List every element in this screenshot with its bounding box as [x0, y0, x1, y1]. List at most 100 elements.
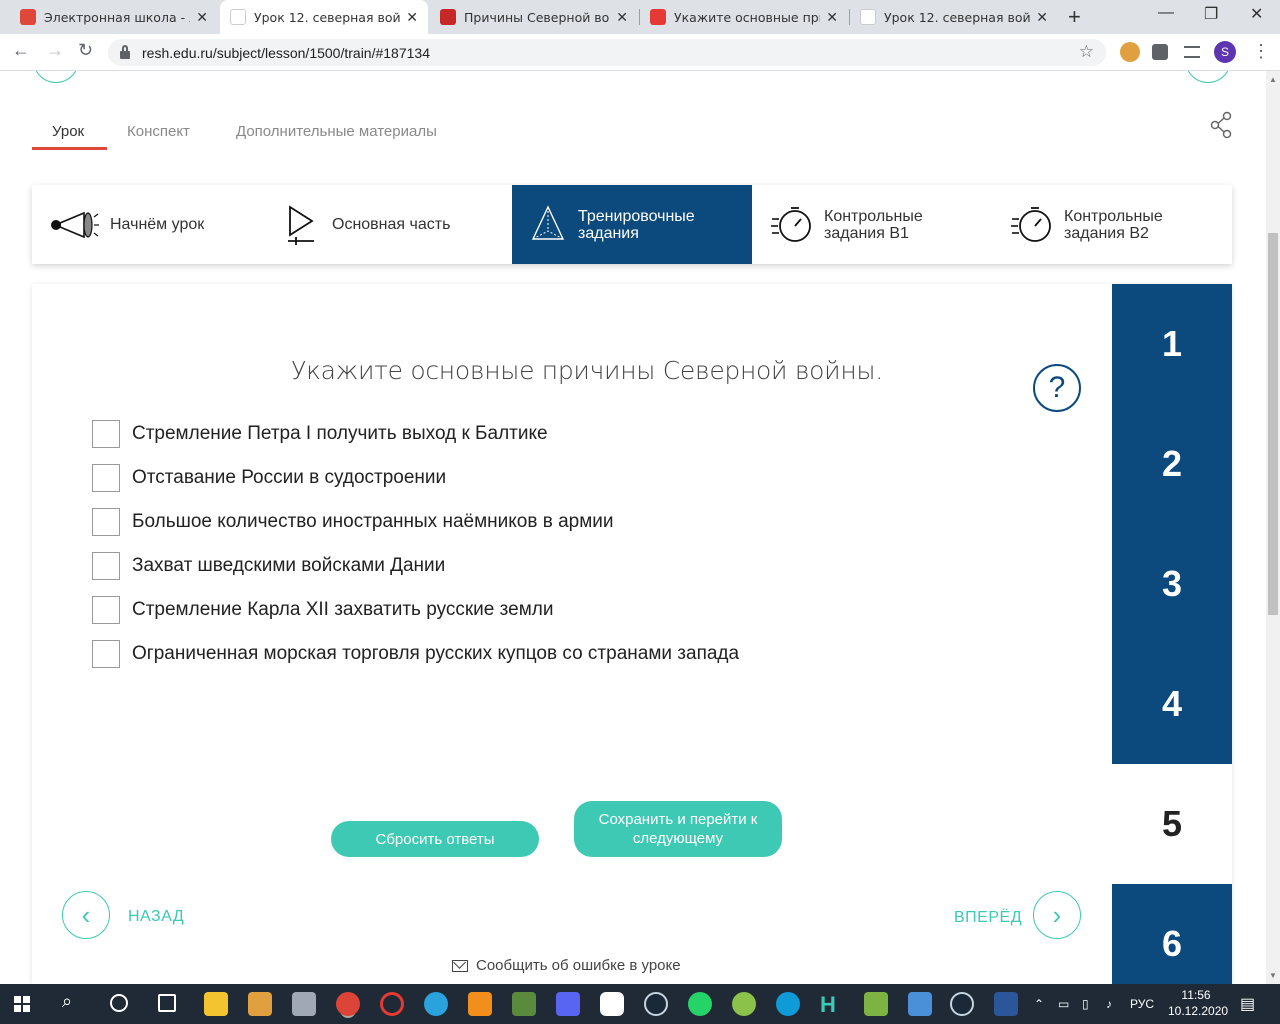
scroll-up-arrow-icon[interactable]: ▲	[1269, 75, 1277, 84]
app-icon[interactable]	[908, 992, 932, 1016]
step-label: Контрольные задания В2	[1064, 207, 1163, 242]
forward-chevron-icon[interactable]: ›	[1033, 891, 1081, 939]
back-chevron-icon[interactable]: ‹	[62, 891, 110, 939]
tray-chevron-icon[interactable]: ⌃	[1034, 984, 1044, 1024]
next-lesson-circle[interactable]	[1185, 71, 1231, 83]
step-control-b1[interactable]: Контрольные задания В1	[770, 185, 1000, 264]
browser-tab[interactable]: Укажите основные причи ✕	[640, 0, 848, 34]
store-icon[interactable]	[248, 992, 272, 1016]
steam-icon[interactable]	[644, 992, 668, 1016]
opera-icon[interactable]	[380, 992, 404, 1016]
network-icon[interactable]: ▭	[1058, 984, 1069, 1024]
stopwatch-icon	[1010, 205, 1054, 245]
app-h-icon[interactable]: H	[820, 992, 844, 1017]
step-training-tasks-active[interactable]: Тренировочные задания	[512, 185, 752, 264]
close-tab-icon[interactable]: ✕	[826, 9, 838, 26]
clock[interactable]: 11:56 10.12.2020	[1168, 987, 1228, 1019]
sublime-icon[interactable]	[468, 992, 492, 1016]
edge-icon[interactable]	[776, 992, 800, 1016]
search-icon[interactable]: ⌕	[62, 991, 72, 1012]
tab-title: Урок 12. северная война 1	[884, 9, 1031, 25]
tab-lesson[interactable]: Урок	[52, 123, 84, 140]
checkbox[interactable]	[92, 420, 120, 448]
telegram-icon[interactable]	[424, 992, 448, 1016]
close-tab-icon[interactable]: ✕	[406, 9, 418, 26]
tab-summary[interactable]: Конспект	[127, 123, 190, 140]
media-queue-icon[interactable]	[1184, 46, 1200, 58]
scroll-down-arrow-icon[interactable]: ▼	[1269, 971, 1277, 980]
puzzle-extensions-icon[interactable]	[1152, 44, 1168, 60]
restore-icon[interactable]: ❐	[1204, 4, 1218, 24]
checkbox[interactable]	[92, 552, 120, 580]
option-label: Захват шведскими войсками Дании	[132, 555, 446, 576]
file-explorer-icon[interactable]	[204, 992, 228, 1016]
answer-option[interactable]: Захват шведскими войсками Дании	[92, 551, 445, 581]
menu-kebab-icon[interactable]: ⋮	[1252, 41, 1270, 62]
minecraft-icon[interactable]	[512, 992, 536, 1016]
task-view-icon[interactable]	[158, 994, 176, 1012]
minimize-icon[interactable]: —	[1158, 4, 1174, 22]
windows-start-icon[interactable]	[14, 996, 30, 1012]
step-start-lesson[interactable]: Начнём урок	[48, 185, 272, 264]
reset-answers-button[interactable]: Сбросить ответы	[331, 821, 539, 857]
url-bar[interactable]: resh.edu.ru/subject/lesson/1500/train/#1…	[108, 39, 1106, 66]
discord-icon[interactable]	[556, 992, 580, 1016]
page-scrollbar[interactable]: ▲ ▼	[1266, 71, 1280, 984]
steam-icon[interactable]	[950, 992, 974, 1016]
answer-option[interactable]: Ограниченная морская торговля русских ку…	[92, 639, 739, 669]
close-tab-icon[interactable]: ✕	[1036, 9, 1048, 26]
close-tab-icon[interactable]: ✕	[616, 9, 628, 26]
save-next-button[interactable]: Сохранить и перейти к следующему	[574, 801, 782, 857]
browser-tab[interactable]: Электронная школа - Личн ✕	[10, 0, 218, 34]
task-number-2[interactable]: 2	[1112, 404, 1232, 524]
report-error-link[interactable]: Сообщить об ошибке в уроке	[452, 957, 681, 974]
step-control-b2[interactable]: Контрольные задания В2	[1010, 185, 1232, 264]
help-question-icon[interactable]: ?	[1033, 364, 1081, 412]
calculator-icon[interactable]	[292, 992, 316, 1016]
task-number-4[interactable]: 4	[1112, 644, 1232, 764]
checkbox[interactable]	[92, 596, 120, 624]
reload-icon[interactable]: ↻	[78, 40, 93, 61]
checkbox[interactable]	[92, 640, 120, 668]
task-number-6[interactable]: 6	[1112, 884, 1232, 984]
step-main-part[interactable]: Основная часть	[282, 185, 512, 264]
task-number-1[interactable]: 1	[1112, 284, 1232, 404]
forward-arrow-icon[interactable]: →	[46, 40, 64, 61]
profile-avatar[interactable]: S	[1214, 41, 1236, 63]
back-link[interactable]: НАЗАД	[128, 908, 184, 926]
whatsapp-icon[interactable]	[688, 992, 712, 1016]
word-icon[interactable]	[994, 992, 1018, 1016]
answer-option[interactable]: Стремление Карла XII захватить русские з…	[92, 595, 553, 625]
tab-additional-materials[interactable]: Дополнительные материалы	[236, 123, 437, 140]
new-tab-button[interactable]: +	[1068, 4, 1081, 30]
bluestacks-icon[interactable]	[864, 992, 888, 1016]
task-number-3[interactable]: 3	[1112, 524, 1232, 644]
browser-tab[interactable]: Причины Северной войны ✕	[430, 0, 638, 34]
language-indicator[interactable]: РУС	[1130, 984, 1154, 1024]
checkbox[interactable]	[92, 508, 120, 536]
answer-option[interactable]: Большое количество иностранных наёмников…	[92, 507, 614, 537]
extension-icon[interactable]	[1120, 42, 1140, 62]
chrome-icon[interactable]	[336, 992, 360, 1016]
prev-lesson-circle[interactable]	[33, 71, 79, 83]
back-arrow-icon[interactable]: ←	[12, 40, 30, 61]
close-window-icon[interactable]: ✕	[1250, 4, 1263, 24]
scroll-thumb[interactable]	[1268, 233, 1278, 615]
game-icon[interactable]	[732, 992, 756, 1016]
browser-tab[interactable]: Урок 12. северная война 1 ✕	[850, 0, 1058, 34]
task-number-5-current[interactable]: 5	[1112, 764, 1232, 884]
browser-tab-active[interactable]: Урок 12. северная война 1 ✕	[220, 0, 428, 34]
forward-link[interactable]: ВПЕРЁД	[954, 909, 1022, 927]
share-icon[interactable]	[1210, 111, 1234, 139]
notifications-icon[interactable]: ▤	[1240, 984, 1255, 1024]
answer-option[interactable]: Отставание России в судостроении	[92, 463, 446, 493]
page-content: Урок Конспект Дополнительные материалы Н…	[0, 71, 1266, 984]
volume-icon[interactable]: ♪	[1106, 984, 1112, 1024]
checkbox[interactable]	[92, 464, 120, 492]
answer-option[interactable]: Стремление Петра I получить выход к Балт…	[92, 419, 548, 449]
close-tab-icon[interactable]: ✕	[196, 9, 208, 26]
paint-icon[interactable]	[600, 992, 624, 1016]
bookmark-star-icon[interactable]: ☆	[1079, 42, 1094, 62]
battery-icon[interactable]: ▯	[1082, 984, 1089, 1024]
cortana-icon[interactable]	[110, 994, 128, 1012]
